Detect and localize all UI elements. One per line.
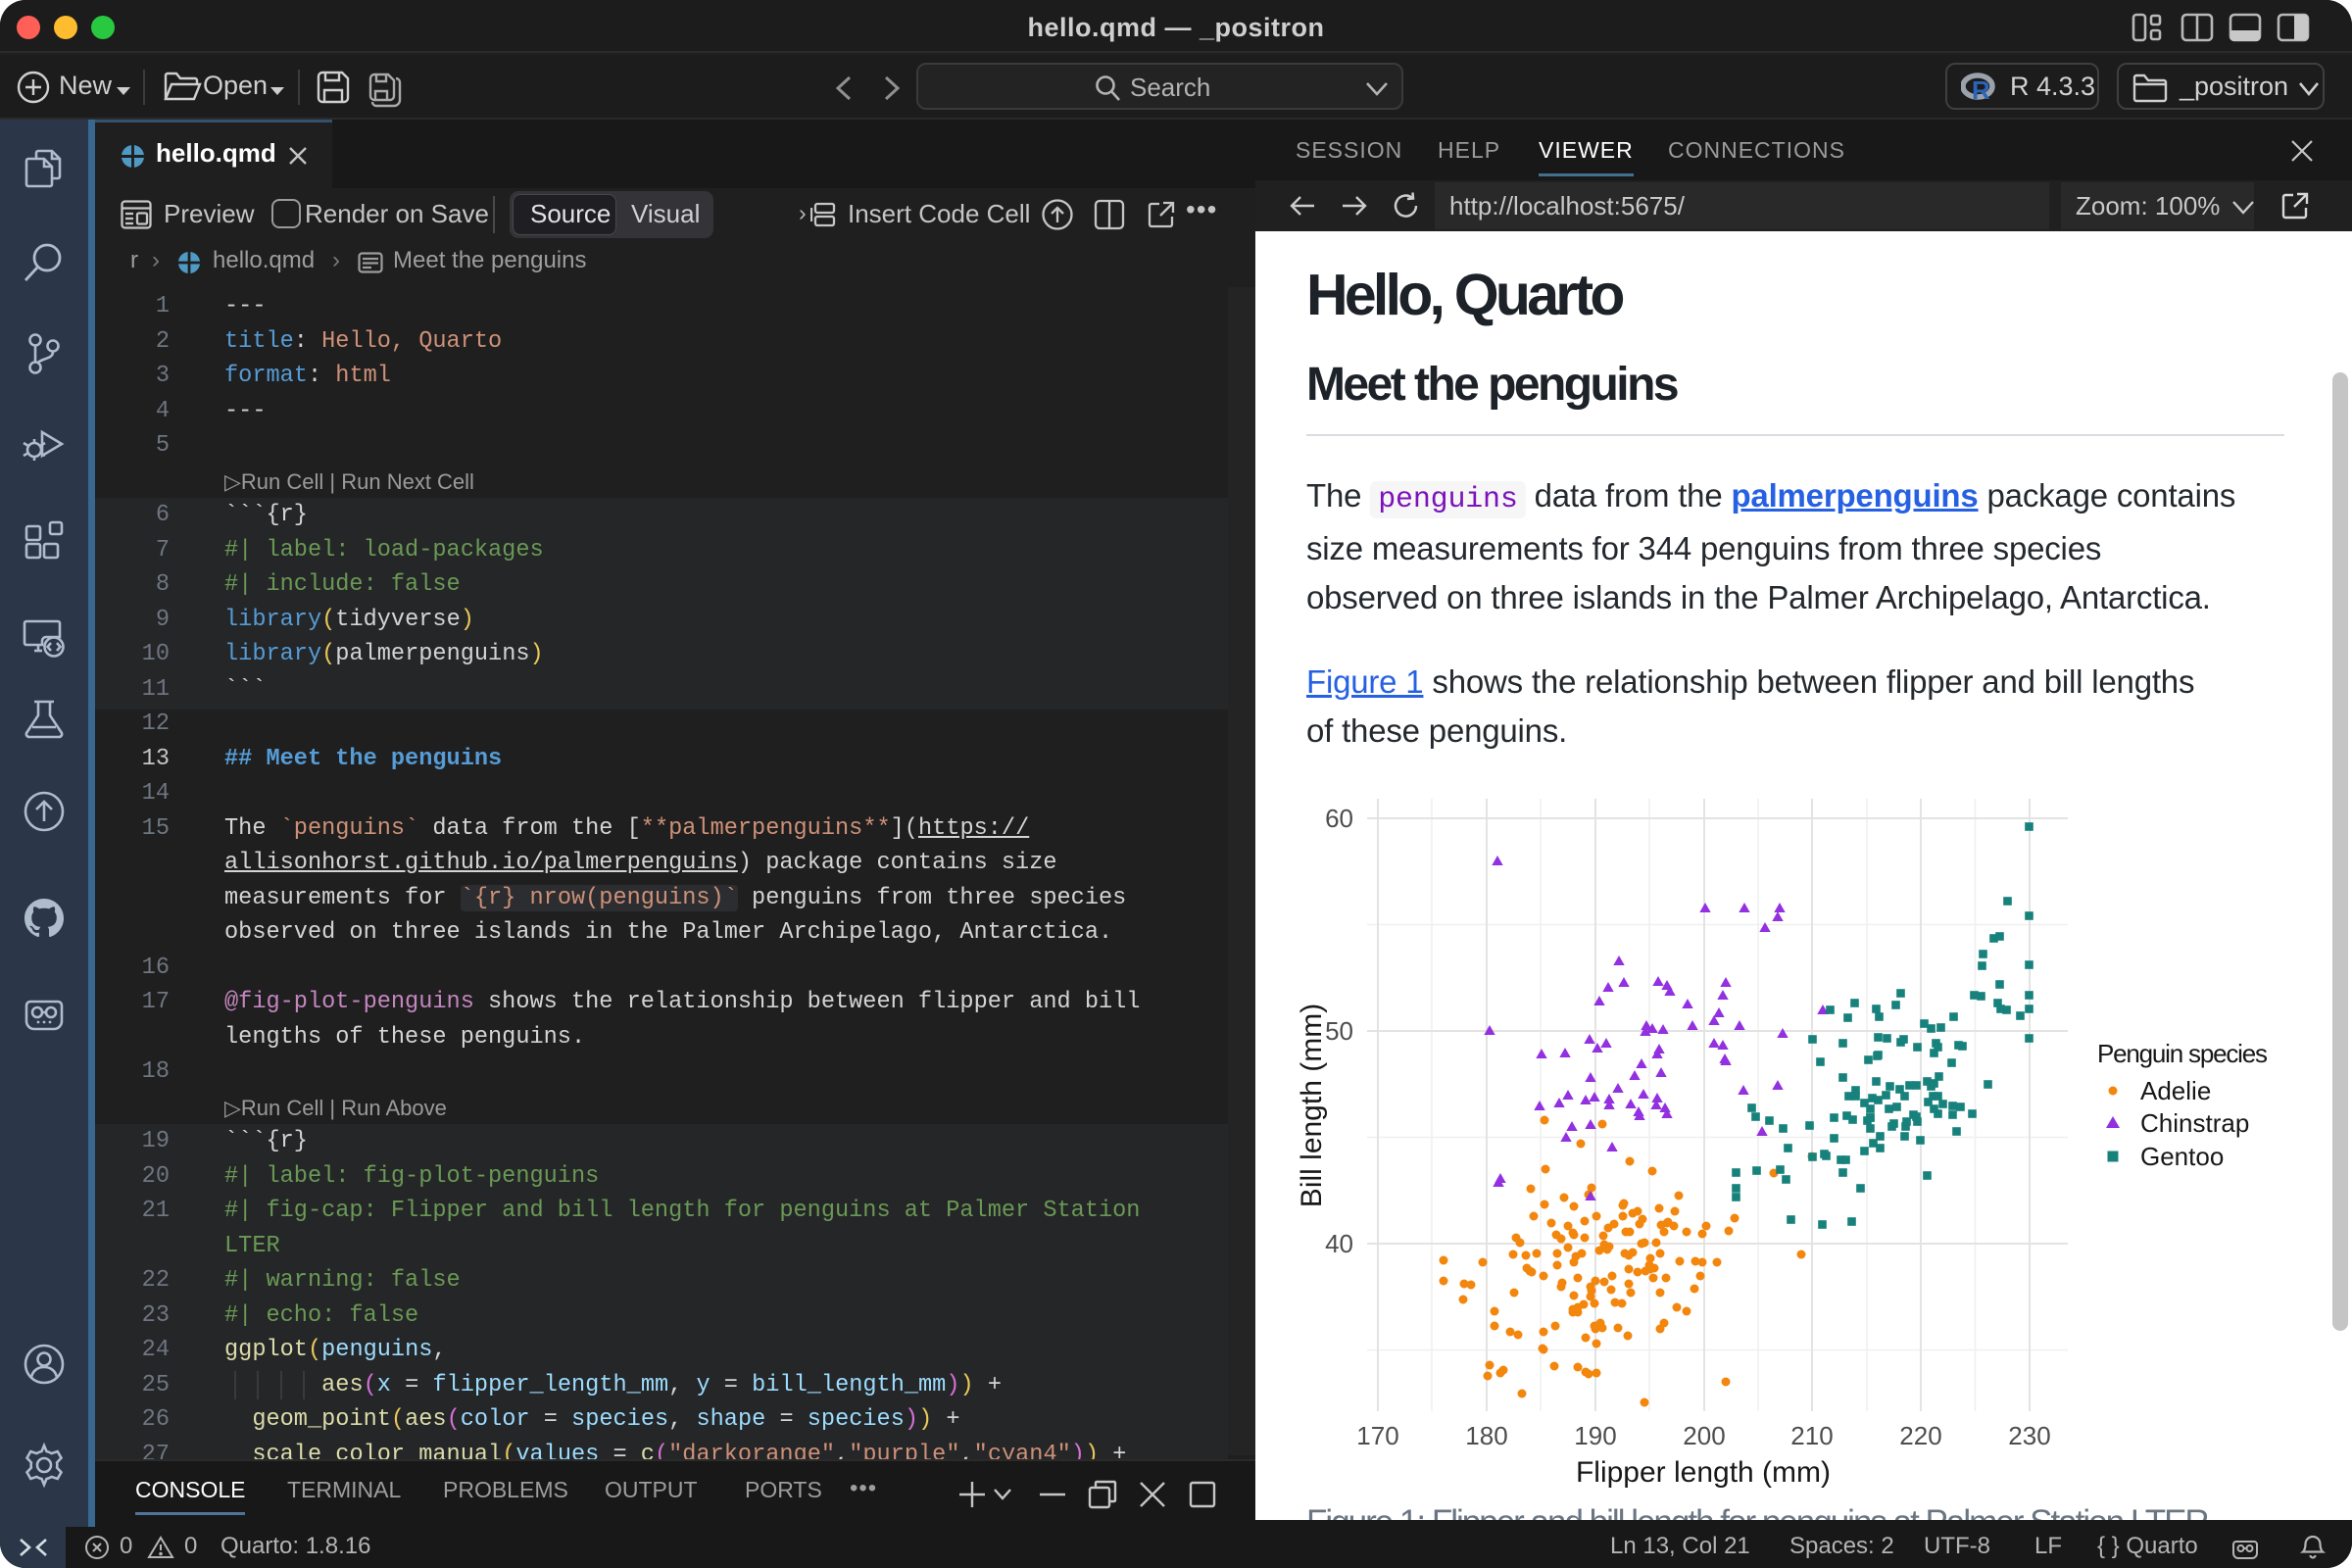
svg-text:Adelie: Adelie (2140, 1076, 2211, 1105)
svg-text:220: 220 (1899, 1421, 1941, 1450)
svg-text:180: 180 (1465, 1421, 1507, 1450)
svg-text:40: 40 (1325, 1229, 1353, 1258)
svg-text:170: 170 (1356, 1421, 1398, 1450)
svg-text:R: R (1972, 75, 1990, 103)
svg-text:60: 60 (1325, 804, 1353, 833)
svg-text:Flipper length (mm): Flipper length (mm) (1576, 1456, 1831, 1489)
svg-text:210: 210 (1790, 1421, 1833, 1450)
svg-text:Chinstrap: Chinstrap (2140, 1108, 2249, 1138)
svg-text:Bill length (mm): Bill length (mm) (1296, 1004, 1328, 1207)
svg-text:230: 230 (2008, 1421, 2050, 1450)
svg-text:Penguin species: Penguin species (2097, 1039, 2268, 1068)
svg-text:190: 190 (1574, 1421, 1616, 1450)
svg-text:200: 200 (1683, 1421, 1725, 1450)
svg-text:Gentoo: Gentoo (2140, 1142, 2224, 1171)
svg-text:50: 50 (1325, 1016, 1353, 1046)
